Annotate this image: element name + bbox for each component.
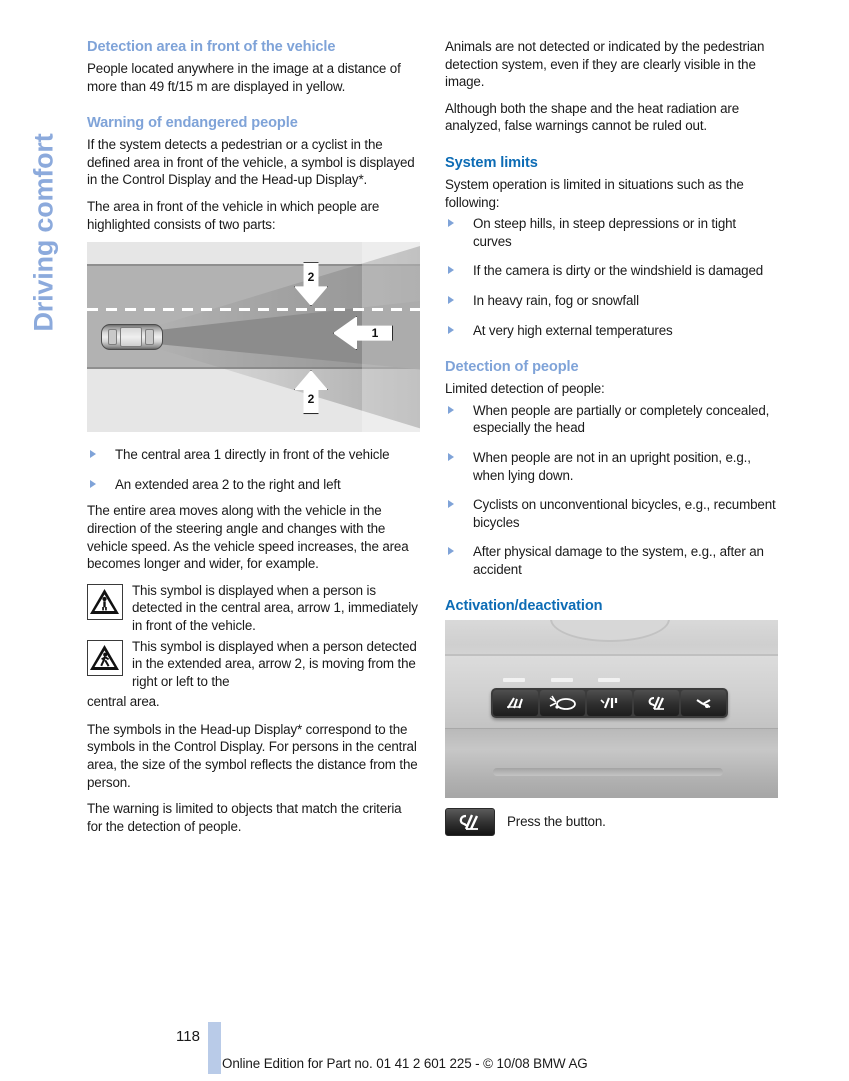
- press-button-instruction: Press the button.: [445, 808, 778, 837]
- system-limits-list: On steep hills, in steep depressions or …: [445, 215, 778, 339]
- page-number: 118: [176, 1028, 200, 1045]
- list-item-label: When people are not in an upright positi…: [473, 449, 751, 483]
- console-button-strip[interactable]: [491, 688, 728, 719]
- list-item: After physical damage to the system, e.g…: [445, 543, 778, 578]
- bullet-triangle-icon: [448, 219, 454, 228]
- vehicle-rear-window: [145, 329, 154, 346]
- convertible-top-button-icon[interactable]: [540, 690, 585, 717]
- list-item: At very high external temperatures: [445, 322, 778, 340]
- right-column: Animals are not detected or indicated by…: [445, 38, 778, 837]
- bullet-triangle-icon: [448, 500, 454, 509]
- heading-system-limits: System limits: [445, 154, 538, 171]
- list-item: In heavy rain, fog or snowfall: [445, 292, 778, 310]
- paragraph-headup-display: The symbols in the Head-up Display* corr…: [87, 721, 418, 790]
- list-item-label: At very high external temperatures: [473, 322, 673, 338]
- paragraph-animals: Animals are not detected or indicated by…: [445, 39, 765, 90]
- manual-page: Driving comfort Detection area in front …: [0, 0, 849, 1081]
- console-indicator-led: [598, 678, 620, 683]
- vehicle-roof: [120, 327, 142, 348]
- list-item-label: When people are partially or completely …: [473, 402, 770, 436]
- symbol-row-extended-text: This symbol is displayed when a person d…: [132, 638, 417, 689]
- paragraph-warning-limited: The warning is limited to objects that m…: [87, 801, 402, 834]
- list-item-label: Cyclists on unconventional bicycles, e.g…: [473, 497, 776, 530]
- bullet-triangle-icon: [448, 405, 454, 414]
- heading-detection-area: Detection area in front of the vehicle: [87, 39, 336, 55]
- paragraph-warning-1: If the system detects a pedestrian or a …: [87, 137, 415, 188]
- paragraph-shape-heat: Although both the shape and the heat rad…: [445, 100, 740, 134]
- list-item: Cyclists on unconventional bicycles, e.g…: [445, 496, 778, 531]
- symbol-row-central: This symbol is displayed when a person i…: [87, 582, 420, 635]
- paragraph-detection-area: People located anywhere in the image at …: [87, 61, 401, 94]
- symbol-row-extended: This symbol is displayed when a person d…: [87, 638, 420, 691]
- chapter-tab-label: Driving comfort: [28, 133, 59, 332]
- list-item-label: On steep hills, in steep depressions or …: [473, 216, 736, 249]
- paragraph-warning-2: The area in front of the vehicle in whic…: [87, 198, 380, 232]
- overhead-console-photo: [445, 620, 778, 799]
- list-item-label: An extended area 2 to the right and left: [115, 476, 341, 492]
- bullet-triangle-icon: [448, 325, 454, 334]
- list-item-label: After physical damage to the system, e.g…: [473, 544, 764, 577]
- bullet-triangle-icon: [90, 479, 96, 488]
- list-item: On steep hills, in steep depressions or …: [445, 215, 778, 250]
- console-indicator-led: [551, 678, 573, 683]
- rear-light-button-icon[interactable]: [681, 690, 726, 717]
- left-column: Detection area in front of the vehicle P…: [87, 38, 420, 844]
- list-item-label: If the camera is dirty or the windshield…: [473, 263, 764, 279]
- chapter-tab: Driving comfort: [0, 0, 84, 1000]
- console-dome-light: [550, 620, 670, 643]
- bullet-triangle-icon: [90, 450, 96, 459]
- paragraph-system-limits: System operation is limited in situation…: [445, 176, 744, 210]
- list-item-label: In heavy rain, fog or snowfall: [473, 292, 639, 308]
- sos-emergency-button-icon[interactable]: [493, 690, 538, 717]
- pedestrian-warning-central-icon: [87, 583, 123, 620]
- console-indicator-led: [503, 678, 525, 683]
- detection-people-list: When people are partially or completely …: [445, 402, 778, 579]
- page-number-bar: [208, 1022, 221, 1074]
- bullet-triangle-icon: [448, 452, 454, 461]
- night-vision-button-icon[interactable]: [445, 808, 495, 837]
- list-item: The central area 1 directly in front of …: [87, 446, 420, 464]
- area-parts-list: The central area 1 directly in front of …: [87, 446, 420, 493]
- bullet-triangle-icon: [448, 266, 454, 275]
- bullet-triangle-icon: [448, 547, 454, 556]
- heading-activation-deactivation: Activation/deactivation: [445, 598, 603, 615]
- heading-detection-of-people: Detection of people: [445, 359, 579, 376]
- symbol-row-central-text: This symbol is displayed when a person i…: [132, 582, 418, 633]
- list-item: When people are partially or completely …: [445, 402, 778, 437]
- interior-light-button-icon[interactable]: [587, 690, 632, 717]
- heading-warning-endangered: Warning of endangered people: [87, 115, 298, 132]
- paragraph-detection-of-people: Limited detection of people:: [445, 381, 605, 397]
- list-item: When people are not in an upright positi…: [445, 449, 778, 484]
- vehicle-front-window: [108, 329, 117, 346]
- vehicle-top-view-icon: [101, 324, 163, 351]
- symbol-row-extended-continuation: central area.: [87, 694, 160, 710]
- list-item-label: The central area 1 directly in front of …: [115, 447, 390, 463]
- edition-notice: Online Edition for Part no. 01 41 2 601 …: [222, 1056, 588, 1071]
- pedestrian-warning-extended-icon: [87, 639, 123, 676]
- list-item: If the camera is dirty or the windshield…: [445, 262, 778, 280]
- night-vision-button-icon[interactable]: [634, 690, 679, 717]
- console-trim-slot: [493, 768, 723, 777]
- bullet-triangle-icon: [448, 295, 454, 304]
- console-lower-lip: [445, 728, 778, 799]
- list-item: An extended area 2 to the right and left: [87, 476, 420, 494]
- detection-area-diagram: 2 1 2: [87, 242, 420, 433]
- paragraph-area-moves: The entire area moves along with the veh…: [87, 503, 409, 572]
